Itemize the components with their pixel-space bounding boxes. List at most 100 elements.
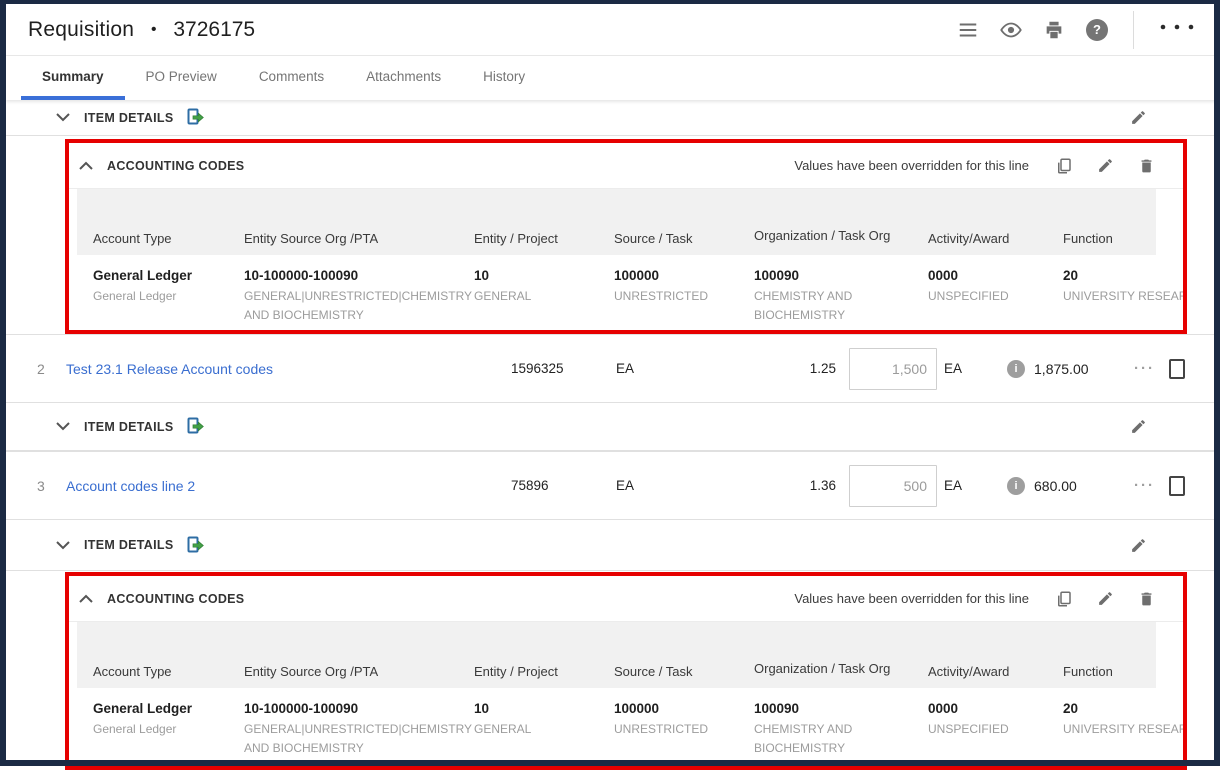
source-task-value: 100000: [614, 699, 730, 719]
accounting-codes-table: Account Type Entity Source Org /PTA Enti…: [77, 622, 1156, 757]
tab-summary[interactable]: Summary: [21, 56, 125, 100]
col-activity-award: Activity/Award: [912, 664, 1047, 688]
account-type-desc: General Ledger: [93, 287, 220, 306]
organization-task-org-desc: CHEMISTRY AND BIOCHEMISTRY: [754, 720, 904, 757]
export-document-icon[interactable]: [186, 536, 205, 555]
cell-account-type: General Ledger General Ledger: [77, 255, 228, 306]
ext-price: 680.00: [1034, 478, 1077, 494]
chevron-down-icon[interactable]: [54, 418, 72, 436]
accounting-table-header: Account Type Entity Source Org /PTA Enti…: [77, 189, 1156, 255]
info-icon[interactable]: i: [1007, 477, 1025, 495]
item-details-label: ITEM DETAILS: [84, 538, 173, 552]
eye-icon[interactable]: [996, 15, 1026, 45]
edit-pencil-icon[interactable]: [1130, 109, 1147, 126]
col-organization-task-org: Organization / Task Org: [738, 660, 912, 688]
edit-pencil-icon[interactable]: [1097, 590, 1114, 607]
entity-project-desc: GENERAL: [474, 720, 590, 739]
cell-function: 20 UNIVERSITY RESEARCH: [1047, 688, 1156, 739]
entity-project-value: 10: [474, 266, 590, 286]
col-source-task: Source / Task: [598, 664, 738, 688]
override-note: Values have been overridden for this lin…: [794, 158, 1029, 173]
entity-source-org-pta-value: 10-100000-100090: [244, 699, 450, 719]
line-number: 3: [37, 478, 66, 494]
accounting-table-header: Account Type Entity Source Org /PTA Enti…: [77, 622, 1156, 688]
col-source-task: Source / Task: [598, 231, 738, 255]
edit-pencil-icon[interactable]: [1097, 157, 1114, 174]
info-icon[interactable]: i: [1007, 360, 1025, 378]
cell-organization-task-org: 100090 CHEMISTRY AND BIOCHEMISTRY: [738, 255, 912, 324]
tab-history[interactable]: History: [462, 56, 546, 100]
page-title: Requisition: [28, 18, 134, 42]
source-task-value: 100000: [614, 266, 730, 286]
accounting-codes-header: ACCOUNTING CODES Values have been overri…: [69, 143, 1183, 189]
print-icon[interactable]: [1039, 15, 1069, 45]
line-menu-icon[interactable]: ···: [1134, 360, 1155, 377]
line-checkbox[interactable]: [1169, 476, 1185, 496]
quantity-uom: EA: [944, 478, 962, 493]
col-entity-source-org-pta: Entity Source Org /PTA: [228, 231, 458, 255]
cell-entity-project: 10 GENERAL: [458, 255, 598, 306]
line-item-row: 3 Account codes line 2 75896 EA 1.36 EA …: [6, 451, 1217, 520]
quantity-uom: EA: [944, 361, 962, 376]
accounting-actions: Values have been overridden for this lin…: [794, 590, 1155, 608]
activity-award-value: 0000: [928, 699, 1039, 719]
size-packaging: EA: [616, 478, 736, 493]
export-document-icon[interactable]: [186, 108, 205, 127]
activity-award-desc: UNSPECIFIED: [928, 287, 1039, 306]
source-task-desc: UNRESTRICTED: [614, 720, 730, 739]
more-actions-icon[interactable]: [1155, 16, 1207, 44]
entity-source-org-pta-value: 10-100000-100090: [244, 266, 450, 286]
chevron-down-icon[interactable]: [54, 536, 72, 554]
cell-function: 20 UNIVERSITY RESEARCH: [1047, 255, 1156, 306]
cell-entity-source-org-pta: 10-100000-100090 GENERAL|UNRESTRICTED|CH…: [228, 688, 458, 757]
product-name-link[interactable]: Test 23.1 Release Account codes: [66, 361, 511, 377]
item-details-toggle-row[interactable]: ITEM DETAILS: [6, 100, 1217, 136]
line-menu-icon[interactable]: ···: [1134, 477, 1155, 494]
edit-pencil-icon[interactable]: [1130, 418, 1147, 435]
ext-price: 1,875.00: [1034, 361, 1089, 377]
chevron-down-icon[interactable]: [54, 109, 72, 127]
title-separator: •: [151, 21, 156, 38]
help-icon[interactable]: ?: [1082, 15, 1112, 45]
chevron-up-icon[interactable]: [77, 590, 95, 608]
item-details-toggle-row[interactable]: ITEM DETAILS: [6, 403, 1217, 451]
tab-attachments[interactable]: Attachments: [345, 56, 462, 100]
quantity-input[interactable]: [849, 348, 937, 390]
chevron-up-icon[interactable]: [77, 157, 95, 175]
col-function: Function: [1047, 664, 1156, 688]
document-title-group: Requisition • 3726175: [28, 18, 255, 42]
function-desc: UNIVERSITY RESEARCH: [1063, 287, 1148, 306]
col-organization-task-org: Organization / Task Org: [738, 227, 912, 255]
entity-source-org-pta-desc: GENERAL|UNRESTRICTED|CHEMISTRY AND BIOCH…: [244, 720, 450, 757]
top-bar-actions: ?: [953, 11, 1207, 49]
ext-price-group: i 1,875.00: [1007, 360, 1134, 378]
tab-comments[interactable]: Comments: [238, 56, 345, 100]
item-details-label: ITEM DETAILS: [84, 420, 173, 434]
function-value: 20: [1063, 266, 1148, 286]
account-type-value: General Ledger: [93, 699, 220, 719]
size-packaging: EA: [616, 361, 736, 376]
edit-pencil-icon[interactable]: [1130, 537, 1147, 554]
summary-content: ITEM DETAILS ACCOUNTING CODES Values hav…: [6, 100, 1217, 770]
copy-icon[interactable]: [1055, 157, 1073, 175]
menu-icon[interactable]: [953, 15, 983, 45]
help-glyph: ?: [1086, 19, 1108, 41]
line-number: 2: [37, 361, 66, 377]
cell-entity-source-org-pta: 10-100000-100090 GENERAL|UNRESTRICTED|CH…: [228, 255, 458, 324]
export-document-icon[interactable]: [186, 417, 205, 436]
product-name-link[interactable]: Account codes line 2: [66, 478, 511, 494]
line-checkbox[interactable]: [1169, 359, 1185, 379]
quantity-group: EA: [849, 465, 962, 507]
tab-po-preview[interactable]: PO Preview: [125, 56, 238, 100]
copy-icon[interactable]: [1055, 590, 1073, 608]
entity-project-value: 10: [474, 699, 590, 719]
account-type-desc: General Ledger: [93, 720, 220, 739]
line-item-row: 2 Test 23.1 Release Account codes 159632…: [6, 334, 1217, 403]
col-account-type: Account Type: [77, 231, 228, 255]
delete-trash-icon[interactable]: [1138, 590, 1155, 608]
item-details-toggle-row[interactable]: ITEM DETAILS: [6, 520, 1217, 571]
function-value: 20: [1063, 699, 1148, 719]
quantity-input[interactable]: [849, 465, 937, 507]
cell-source-task: 100000 UNRESTRICTED: [598, 255, 738, 306]
delete-trash-icon[interactable]: [1138, 157, 1155, 175]
